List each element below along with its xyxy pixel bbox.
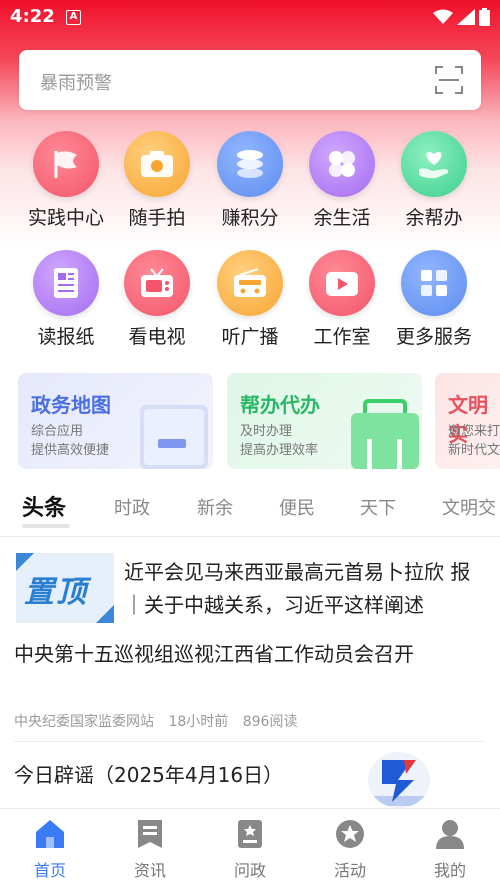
search-placeholder: 暴雨预警 [40, 73, 112, 94]
grid-label: 工作室 [313, 326, 371, 348]
grid-apps-icon [401, 250, 467, 316]
divider [14, 741, 486, 742]
nav-label: 活动 [333, 861, 366, 880]
notification-icon: A [66, 10, 81, 25]
news-title: 今日辟谣（2025年4月16日） [14, 763, 284, 787]
search-input[interactable]: 暴雨预警 [19, 50, 481, 110]
news-meta: 中央纪委国家监委网站 18小时前 896阅读 [14, 711, 307, 731]
bookmark-news-icon [138, 820, 162, 848]
tab-active-underline [22, 524, 70, 528]
battery-icon [479, 8, 490, 26]
grid-label: 更多服务 [395, 326, 472, 348]
nav-home[interactable]: 首页 [0, 817, 100, 881]
card-title: 帮办代办 [240, 393, 320, 417]
scan-icon[interactable] [435, 66, 463, 94]
grid-label: 随手拍 [128, 207, 186, 229]
grid-item-more-services[interactable]: 更多服务 [388, 250, 480, 349]
map-illustration-icon [140, 405, 208, 469]
card-subtitle: 新时代文 [448, 443, 500, 458]
card-help-agency[interactable]: 帮办代办 及时办理 提高办理效率 [227, 373, 422, 469]
newspaper-icon [33, 250, 99, 316]
briefcase-illustration-icon [351, 399, 419, 469]
status-bar: 4:22 A [0, 0, 500, 36]
grid-item-earn-points[interactable]: 赚积分 [204, 131, 296, 230]
grid-item-studio[interactable]: 工作室 [296, 250, 388, 349]
grid-item-yu-life[interactable]: 余生活 [296, 131, 388, 230]
grid-label: 看电视 [128, 326, 186, 348]
video-icon [309, 250, 375, 316]
card-subtitle: 提高办理效率 [240, 443, 319, 458]
news-reads: 896阅读 [242, 714, 298, 730]
grid-item-radio[interactable]: 听广播 [204, 250, 296, 349]
nav-label: 问政 [233, 861, 266, 880]
inquiry-icon [238, 820, 262, 848]
nav-label: 首页 [33, 861, 66, 880]
nav-profile[interactable]: 我的 [400, 817, 500, 881]
news-source: 中央纪委国家监委网站 [14, 714, 154, 730]
divider [0, 536, 500, 537]
card-title: 政务地图 [31, 393, 111, 417]
nav-activity[interactable]: 活动 [300, 817, 400, 881]
grid-item-newspaper[interactable]: 读报纸 [20, 250, 112, 349]
camera-icon [124, 131, 190, 197]
card-subtitle: 综合应用 [31, 424, 84, 439]
grid-item-snapshot[interactable]: 随手拍 [111, 131, 203, 230]
nav-inquiry[interactable]: 问政 [200, 817, 300, 881]
nav-news[interactable]: 资讯 [100, 817, 200, 881]
grid-label: 听广播 [221, 326, 279, 348]
grid-label: 实践中心 [27, 207, 104, 229]
status-icons [433, 8, 490, 26]
star-badge-icon [336, 820, 364, 848]
heart-hand-icon [401, 131, 467, 197]
tv-icon [124, 250, 190, 316]
card-subtitle: 提供高效便捷 [31, 443, 110, 458]
grid-label: 余帮办 [405, 207, 463, 229]
status-time: 4:22 [10, 6, 55, 27]
tab-convenience[interactable]: 便民 [279, 494, 315, 520]
home-icon [36, 820, 64, 848]
signal-icon [457, 9, 475, 25]
wifi-icon [433, 9, 453, 24]
coins-icon [217, 131, 283, 197]
bottom-nav: 首页 资讯 问政 活动 我的 [0, 808, 500, 888]
nav-label: 资讯 [133, 861, 166, 880]
tab-world[interactable]: 天下 [360, 494, 396, 520]
tab-headlines[interactable]: 头条 [22, 490, 66, 522]
radio-icon [217, 250, 283, 316]
nav-label: 我的 [433, 861, 466, 880]
pinned-headline: 近平会见马来西亚最高元首易卜拉欣 报｜关于中越关系，习近平这样阐述 [124, 560, 471, 617]
pinned-badge: 置顶 [16, 553, 114, 623]
card-subtitle: 邀您来打 [448, 424, 500, 439]
grid-item-practice-center[interactable]: 实践中心 [20, 131, 112, 230]
news-title: 中央第十五巡视组巡视江西省工作动员会召开 [14, 642, 414, 666]
card-gov-map[interactable]: 政务地图 综合应用 提供高效便捷 [18, 373, 213, 469]
grid-label: 读报纸 [37, 326, 95, 348]
clover-icon [309, 131, 375, 197]
news-tabs: 头条 时政 新余 便民 天下 文明交 [0, 492, 500, 534]
pinned-badge-label: 置顶 [24, 575, 88, 610]
flag-icon [33, 131, 99, 197]
news-thumbnail [368, 752, 430, 808]
card-civilization[interactable]: 文明实 邀您来打 新时代文 [435, 373, 500, 469]
grid-item-yu-help[interactable]: 余帮办 [388, 131, 480, 230]
grid-label: 赚积分 [221, 207, 279, 229]
grid-item-tv[interactable]: 看电视 [111, 250, 203, 349]
grid-label: 余生活 [313, 207, 371, 229]
tab-xinyu[interactable]: 新余 [197, 494, 233, 520]
tab-civilization[interactable]: 文明交 [442, 494, 496, 520]
news-time: 18小时前 [168, 714, 229, 730]
tab-politics[interactable]: 时政 [114, 494, 150, 520]
card-subtitle: 及时办理 [240, 424, 293, 439]
fact-check-logo-icon [372, 760, 426, 806]
user-icon [436, 820, 464, 849]
